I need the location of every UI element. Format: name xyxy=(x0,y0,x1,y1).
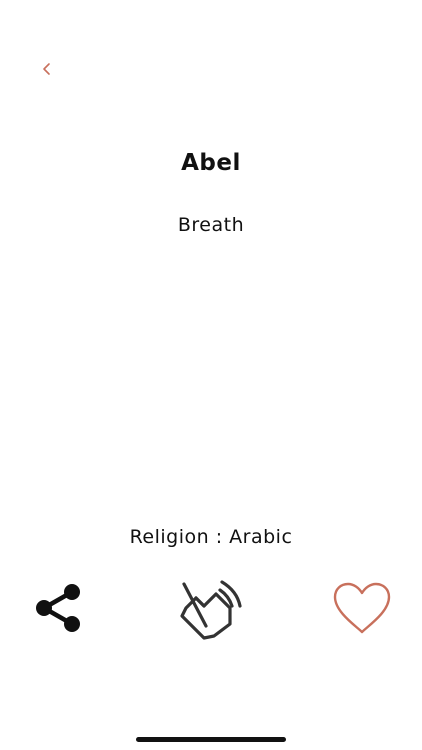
name-meaning: Breath xyxy=(177,214,245,236)
home-indicator[interactable] xyxy=(136,737,286,742)
speaker-icon xyxy=(180,580,242,640)
favorite-button[interactable] xyxy=(330,578,394,638)
heart-icon xyxy=(333,582,391,634)
religion-label: Religion : Arabic xyxy=(129,526,293,548)
name-title: Abel xyxy=(181,150,241,176)
mute-sound-button[interactable] xyxy=(176,574,246,644)
share-button[interactable] xyxy=(30,580,88,638)
share-icon xyxy=(36,584,80,632)
back-button[interactable] xyxy=(34,56,60,82)
chevron-left-icon xyxy=(43,63,50,75)
